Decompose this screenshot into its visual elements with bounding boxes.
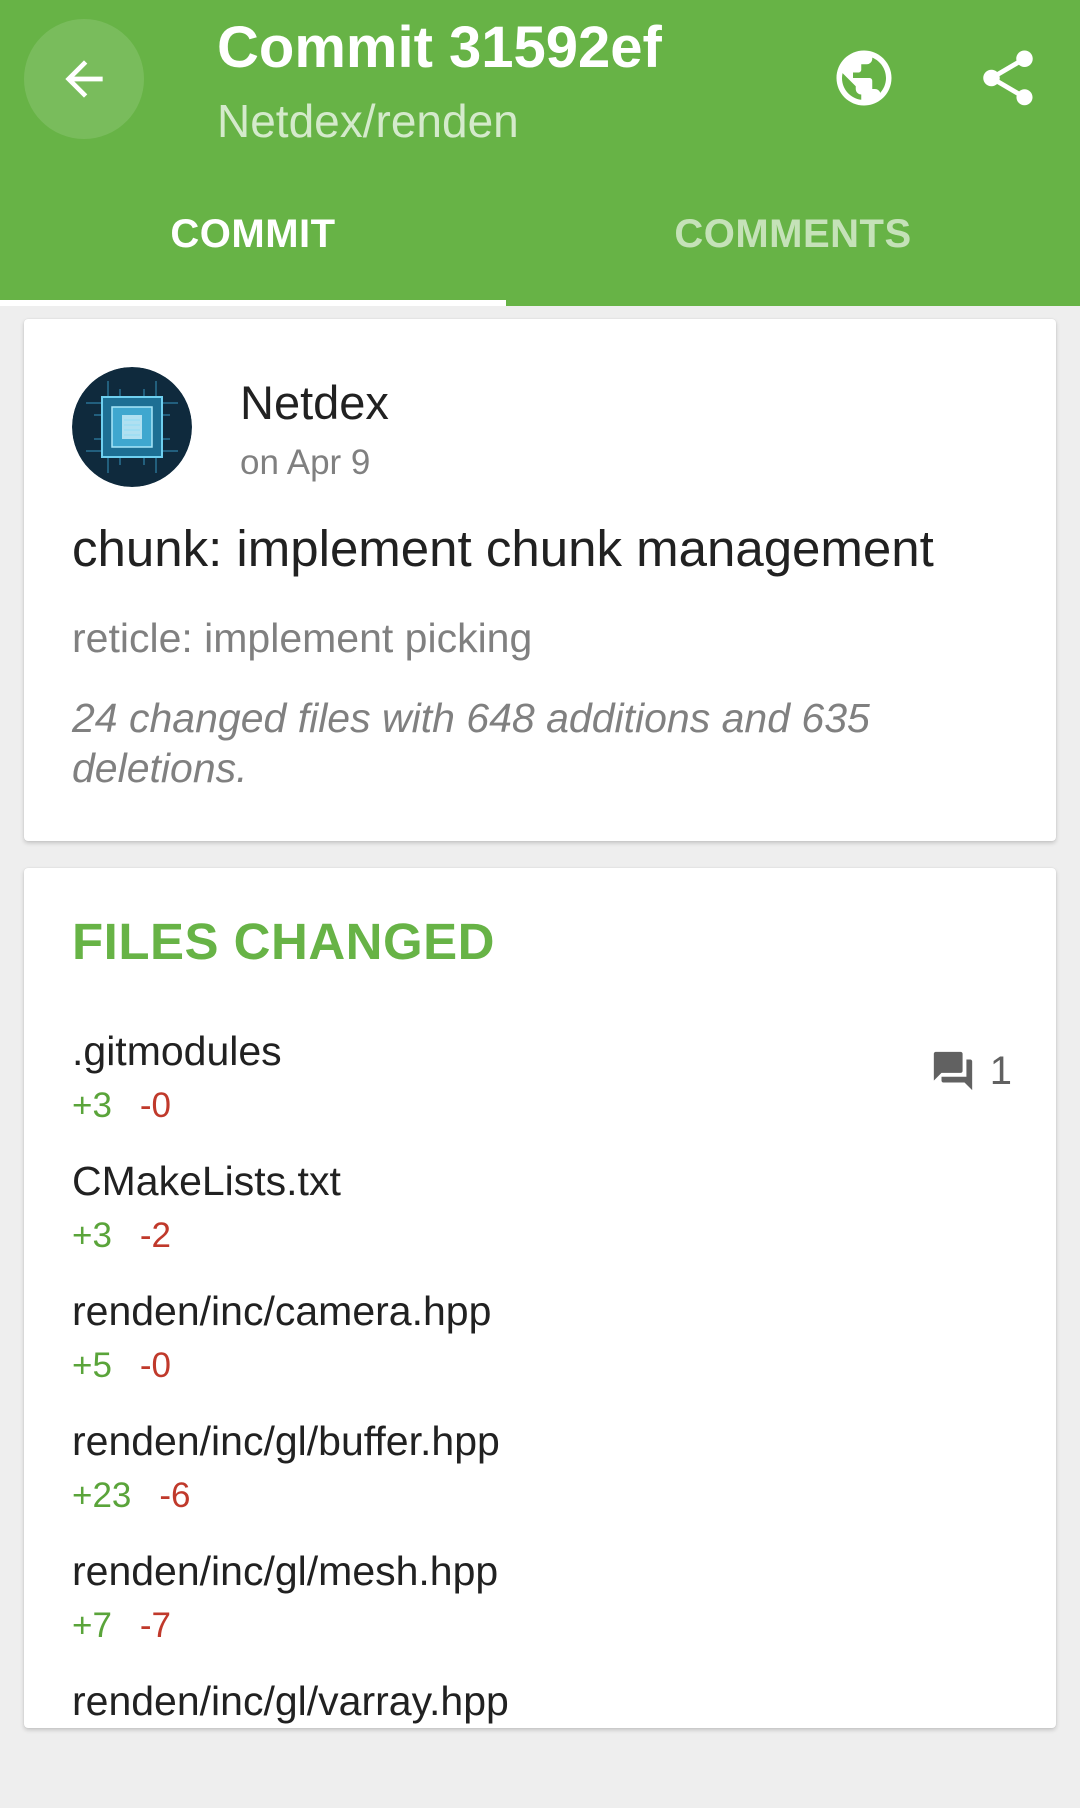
open-in-browser-button[interactable] [824, 38, 904, 118]
commit-message: chunk: implement chunk management [72, 520, 934, 577]
active-tab-indicator [0, 300, 506, 306]
tab-comments-label: COMMENTS [674, 212, 912, 256]
file-stats: +3 -0 [72, 1086, 171, 1126]
file-name: .gitmodules [72, 1028, 282, 1074]
additions-count: +3 [72, 1216, 112, 1255]
file-name: renden/inc/gl/buffer.hpp [72, 1418, 500, 1464]
tab-comments[interactable]: COMMENTS [540, 198, 1046, 306]
files-changed-heading: FILES CHANGED [72, 913, 496, 970]
app-bar: Commit 31592ef Netdex/renden COMMIT COMM… [0, 0, 1080, 306]
file-stats: +7 -7 [72, 1606, 171, 1646]
deletions-count: -2 [139, 1216, 172, 1255]
tab-commit-label: COMMIT [170, 212, 336, 256]
avatar[interactable] [72, 367, 192, 487]
deletions-count: -0 [139, 1346, 172, 1385]
cpu-chip-icon [72, 367, 192, 487]
deletions-count: -6 [159, 1476, 191, 1515]
file-item[interactable]: renden/inc/gl/mesh.hpp +7 -7 [72, 1548, 1012, 1678]
file-stats: +23 -6 [72, 1476, 191, 1516]
additions-count: +5 [72, 1346, 112, 1385]
file-item[interactable]: renden/inc/gl/buffer.hpp +23 -6 [72, 1418, 1012, 1548]
commit-author[interactable]: Netdex [240, 375, 389, 430]
additions-count: +7 [72, 1606, 112, 1645]
file-stats: +3 -2 [72, 1216, 171, 1256]
file-stats: +5 -0 [72, 1346, 171, 1386]
additions-count: +23 [72, 1476, 132, 1515]
file-item[interactable]: CMakeLists.txt +3 -2 [72, 1158, 1012, 1288]
commit-date: on Apr 9 [240, 443, 371, 482]
globe-icon [836, 50, 892, 106]
deletions-count: -7 [139, 1606, 172, 1645]
file-item[interactable]: renden/inc/camera.hpp +5 -0 [72, 1288, 1012, 1418]
comment-count-value: 1 [989, 1048, 1012, 1093]
file-name: renden/inc/gl/varray.hpp [72, 1678, 509, 1724]
tab-commit[interactable]: COMMIT [0, 198, 506, 306]
comment-bubble-icon [930, 1048, 976, 1094]
back-button[interactable] [24, 19, 144, 139]
commit-description: reticle: implement picking [72, 615, 533, 661]
arrow-back-icon [65, 60, 103, 98]
file-comment-count: 1 [930, 1048, 1012, 1094]
deletions-count: -0 [139, 1086, 172, 1125]
share-button[interactable] [968, 38, 1048, 118]
additions-count: +3 [72, 1086, 112, 1125]
files-changed-card: FILES CHANGED .gitmodules +3 -0 1 CMakeLi… [24, 868, 1056, 1728]
commit-stats: 24 changed files with 648 additions and … [72, 695, 870, 791]
file-name: renden/inc/gl/mesh.hpp [72, 1548, 499, 1594]
file-name: CMakeLists.txt [72, 1158, 341, 1204]
share-icon [983, 50, 1033, 106]
page-title: Commit 31592ef [217, 15, 662, 80]
file-name: renden/inc/camera.hpp [72, 1288, 492, 1334]
commit-info-card: Netdex on Apr 9 chunk: implement chunk m… [24, 319, 1056, 841]
repository-name[interactable]: Netdex/renden [217, 94, 519, 148]
file-item[interactable]: .gitmodules +3 -0 1 [72, 1028, 1012, 1158]
file-item[interactable]: renden/inc/gl/varray.hpp [72, 1678, 1012, 1808]
